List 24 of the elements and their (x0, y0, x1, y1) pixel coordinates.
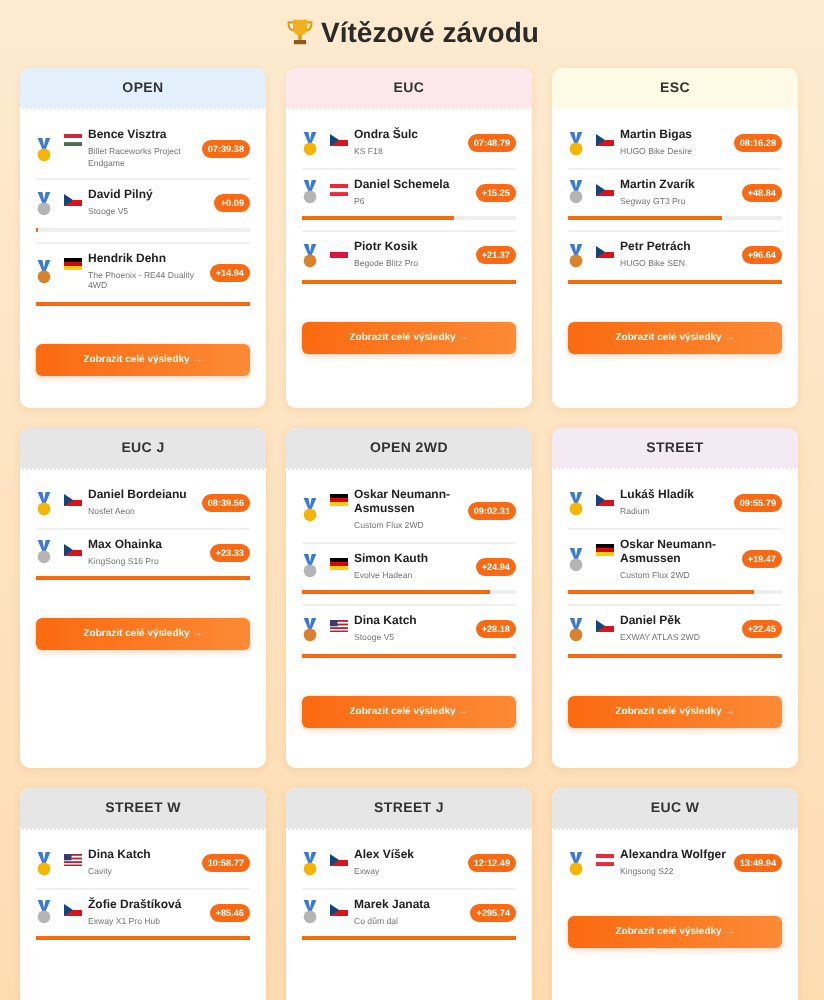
medal-icon (36, 851, 52, 876)
page-title: Vítězové závodu (321, 16, 539, 48)
medal-icon (302, 243, 318, 268)
medal-icon (302, 851, 318, 876)
medal-icon (568, 491, 584, 516)
medal-icon (568, 131, 584, 156)
medal-icon (36, 260, 52, 284)
medal-icon (302, 900, 318, 925)
medal-icon (302, 180, 318, 205)
medal-icon (302, 498, 318, 523)
medal-icon (36, 540, 52, 565)
medal-icon (568, 180, 584, 205)
trophy-icon (285, 18, 314, 46)
medal-icon (36, 491, 52, 516)
medal-icon (568, 851, 584, 876)
medal-icon (36, 191, 52, 216)
medal-icon (568, 547, 584, 572)
medal-icon (36, 900, 52, 925)
medal-icon (36, 137, 52, 161)
medal-icon (568, 243, 584, 268)
medal-icon (568, 617, 584, 642)
medal-icon (302, 131, 318, 156)
medal-icon (302, 554, 318, 579)
medal-icon (302, 617, 318, 642)
